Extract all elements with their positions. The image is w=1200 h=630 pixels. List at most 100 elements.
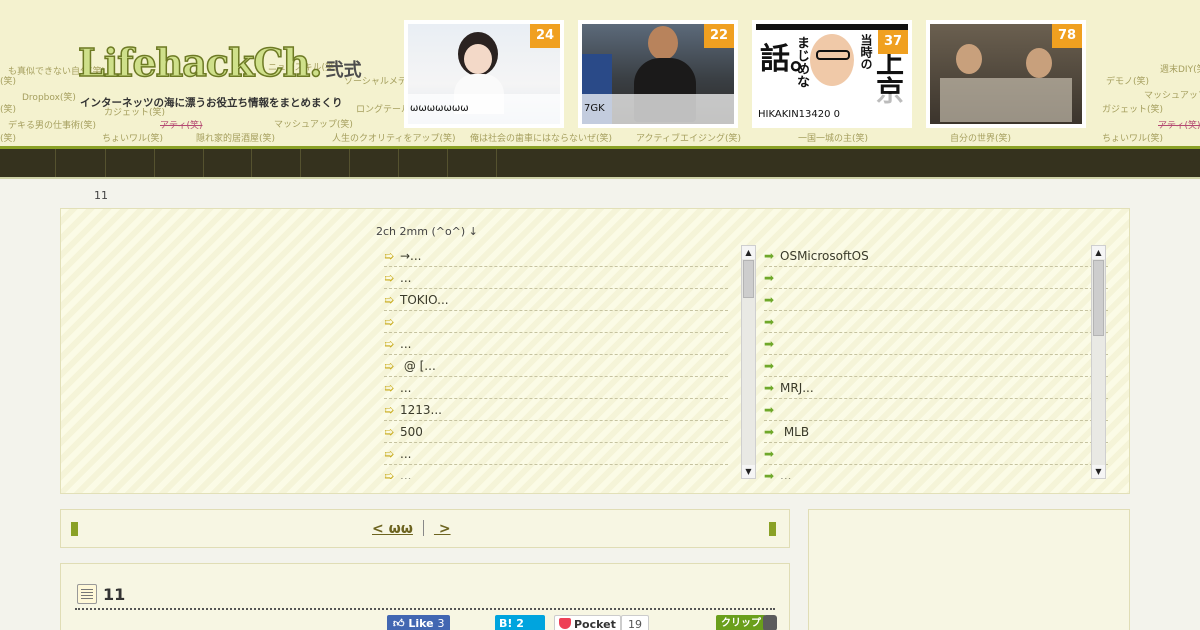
ranking-list-right: ➡ OSMicrosoftOS ➡ ➡ ➡ ➡ ➡ ➡ MRJ... ➡ ➡ MLB ➡ ➡...	[764, 245, 1134, 479]
ranking-item[interactable]: ➯ @ [...	[384, 355, 728, 377]
arrow-icon: ➯	[384, 315, 395, 329]
scroll-up-icon[interactable]: ▲	[1092, 246, 1105, 259]
ranking-item[interactable]: ➡	[764, 399, 1108, 421]
pager-links: < ωω >	[372, 520, 451, 537]
arrow-icon: ➯	[384, 337, 395, 351]
background-tag: 自分の世界(笑)	[950, 134, 1012, 144]
clip-button[interactable]: クリップ	[716, 615, 766, 630]
featured-thumbnail: 話。 まじめな 当時の 上京 37 HIKAKIN13420 0	[756, 24, 908, 124]
article: 11 👍︎ Like 3 B! 2 Pocket 19 クリップ	[60, 563, 790, 630]
background-tag: ちょいワル(笑)	[102, 134, 164, 144]
background-tag: (笑)	[0, 134, 17, 144]
next-article-link[interactable]: >	[434, 521, 451, 537]
ranking-item[interactable]: ➯ 500	[384, 421, 728, 443]
fb-label: Like	[408, 617, 434, 630]
nav-item[interactable]	[398, 149, 447, 177]
ranking-item-text: 1213...	[400, 403, 442, 417]
scrollbar[interactable]: ▲ ▼	[1091, 245, 1106, 479]
nav-item[interactable]	[349, 149, 398, 177]
logo-text: LifehackCh.	[77, 40, 323, 85]
background-tag: 人生のクオリティをアップ(笑)	[332, 134, 456, 144]
featured-card[interactable]: 78	[926, 20, 1086, 128]
ranking-item[interactable]: ➯...	[384, 267, 728, 289]
thumbs-up-icon: 👍︎	[393, 617, 405, 630]
ranking-item-text: OSMicrosoftOS	[780, 249, 869, 263]
arrow-icon: ➯	[384, 403, 395, 417]
background-tag: 週末DIY(笑)	[1160, 65, 1200, 75]
ranking-item[interactable]: ➡	[764, 267, 1108, 289]
scroll-thumb[interactable]	[1093, 260, 1104, 336]
nav-item[interactable]	[300, 149, 349, 177]
ranking-item[interactable]: ➡	[764, 443, 1108, 465]
nav-item[interactable]	[105, 149, 154, 177]
nav-item[interactable]	[154, 149, 203, 177]
featured-card[interactable]: 話。 まじめな 当時の 上京 37 HIKAKIN13420 0	[752, 20, 912, 128]
prev-article-link[interactable]: < ωω	[372, 521, 413, 537]
nav-item[interactable]	[203, 149, 251, 177]
background-tag: アティ(笑)	[160, 121, 203, 131]
arrow-icon: ➡	[764, 249, 775, 263]
ranking-item-text: ...	[400, 337, 412, 351]
ranking-item[interactable]: ➡	[764, 289, 1108, 311]
background-tag: 隠れ家的居酒屋(笑)	[196, 134, 276, 144]
scrollbar[interactable]: ▲ ▼	[741, 245, 756, 479]
featured-card[interactable]: 22 7GK	[578, 20, 738, 128]
article-title: 11	[77, 584, 125, 604]
pocket-count: 19	[621, 615, 649, 630]
ranking-item[interactable]: ➡	[764, 355, 1108, 377]
nav-item[interactable]	[55, 149, 105, 177]
arrow-icon: ➡	[764, 337, 775, 351]
nav-item[interactable]	[447, 149, 497, 177]
ranking-item[interactable]: ➡...	[764, 465, 1108, 479]
article-pager: < ωω >	[60, 509, 790, 548]
ranking-item[interactable]: ➯...	[384, 333, 728, 355]
ranking-item[interactable]: ➡ OSMicrosoftOS	[764, 245, 1108, 267]
ranking-item[interactable]: ➯ TOKIO...	[384, 289, 728, 311]
scroll-down-icon[interactable]: ▼	[742, 465, 755, 478]
arrow-icon: ➡	[764, 359, 775, 373]
ranking-item[interactable]: ➯	[384, 311, 728, 333]
ranking-item[interactable]: ➯...	[384, 377, 728, 399]
pocket-icon	[559, 618, 571, 629]
facebook-like-button[interactable]: 👍︎ Like 3	[387, 615, 451, 630]
background-tag: 一国一城の主(笑)	[798, 134, 869, 144]
ranking-item[interactable]: ➡ MLB	[764, 421, 1108, 443]
arrow-icon: ➡	[764, 293, 775, 307]
thumb-text: まじめな	[794, 36, 809, 88]
nav-item[interactable]	[251, 149, 300, 177]
ranking-item[interactable]: ➡	[764, 311, 1108, 333]
site-logo[interactable]: LifehackCh. 弐式	[77, 43, 362, 83]
ranking-item[interactable]: ➡	[764, 333, 1108, 355]
arrow-icon: ➡	[764, 271, 775, 285]
evernote-icon[interactable]	[763, 615, 777, 630]
arrow-icon: ➯	[384, 271, 395, 285]
ranking-item[interactable]: ➡ MRJ...	[764, 377, 1108, 399]
ranking-item[interactable]: ➯...	[384, 443, 728, 465]
background-tag: デキる男の仕事術(笑)	[8, 121, 97, 131]
ranking-item[interactable]: ➯ →...	[384, 245, 728, 267]
face-image	[464, 44, 492, 74]
background-tag: 俺は社会の歯車にはならないぜ(笑)	[470, 134, 613, 144]
ranking-item-text: TOKIO...	[400, 293, 449, 307]
pocket-button[interactable]: Pocket	[554, 615, 621, 630]
logo-suffix: 弐式	[325, 60, 362, 81]
article-title-text: 11	[103, 585, 126, 604]
scroll-up-icon[interactable]: ▲	[742, 246, 755, 259]
arrow-icon: ➯	[384, 249, 395, 263]
sidebar	[808, 509, 1130, 630]
scroll-thumb[interactable]	[743, 260, 754, 298]
ranking-item-text: ...	[400, 447, 412, 461]
memo-icon	[77, 584, 97, 604]
ranking-item[interactable]: ➯...	[384, 465, 728, 479]
featured-thumbnail: 22 7GK	[582, 24, 734, 124]
scroll-down-icon[interactable]: ▼	[1092, 465, 1105, 478]
featured-card[interactable]: 24 ωωωωωωω	[404, 20, 564, 128]
ranking-list-left: ➯ →... ➯... ➯ TOKIO... ➯ ➯... ➯ @ [... ➯... ➯ 1213…	[384, 245, 754, 479]
arrow-icon: ➡	[764, 425, 775, 439]
featured-caption: 7GK	[584, 103, 605, 114]
arrow-icon: ➯	[384, 293, 395, 307]
featured-caption: HIKAKIN13420 0	[758, 109, 841, 120]
ranking-item-text: @ [...	[400, 359, 436, 373]
hatena-bookmark-button[interactable]: B! 2	[495, 615, 545, 630]
ranking-item[interactable]: ➯ 1213...	[384, 399, 728, 421]
